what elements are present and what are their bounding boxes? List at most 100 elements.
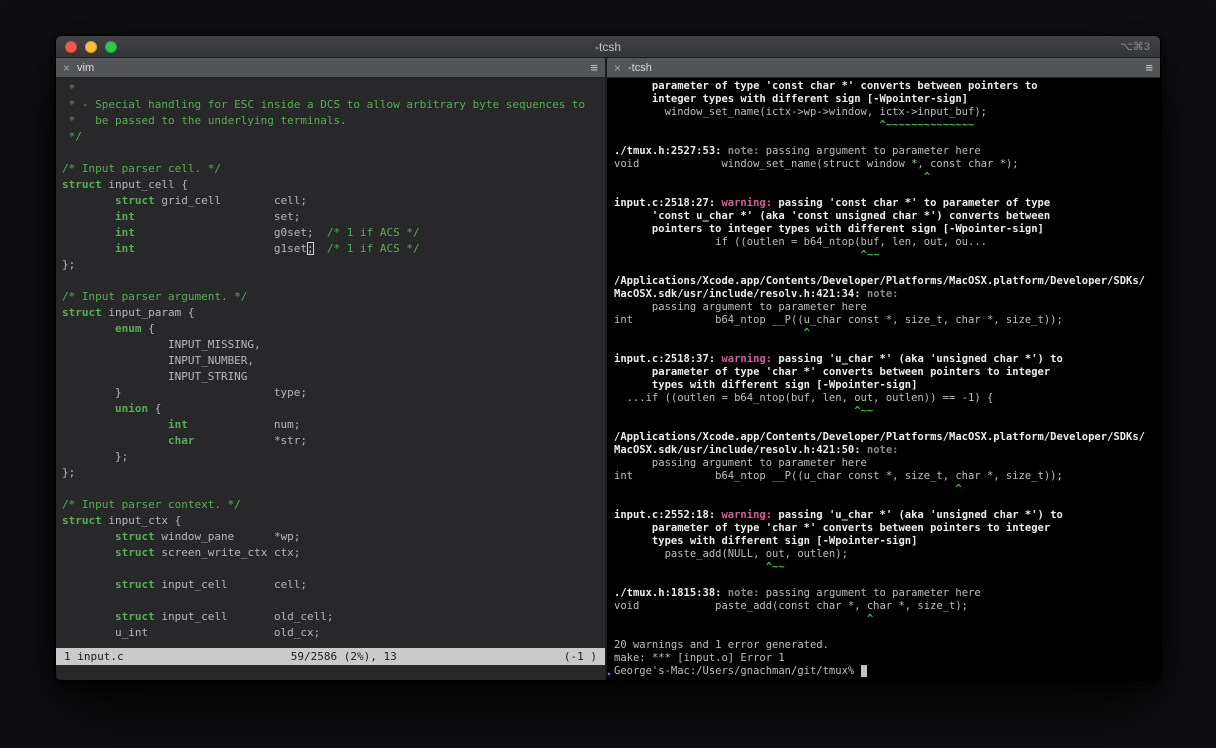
terminal-line: /Applications/Xcode.app/Contents/Develop… (614, 275, 1146, 287)
code-line: */ (62, 130, 82, 143)
terminal-line: ^ (803, 327, 810, 339)
zoom-window-button[interactable] (105, 41, 117, 53)
code-line: int g1set; /* 1 if ACS */ (114, 242, 420, 255)
terminal-line: MacOSX.sdk/usr/include/resolv.h:421:50: … (614, 444, 899, 456)
terminal-line: parameter of type 'char *' converts betw… (614, 522, 1051, 534)
code-line: struct input_param { (62, 306, 195, 319)
window-shortcut-hint: ⌥⌘3 (1120, 41, 1150, 53)
terminal-line: 20 warnings and 1 error generated. (614, 639, 829, 651)
terminal-line: ^ (923, 171, 931, 183)
terminal-line: ^~~ (860, 249, 880, 261)
terminal-line: types with different sign [-Wpointer-sig… (614, 379, 918, 391)
code-line: struct input_ctx { (62, 514, 182, 527)
traffic-lights (65, 41, 117, 53)
statusline-right-value: (-1 ) (563, 650, 597, 663)
shell-pane-titlebar[interactable]: × -tcsh ≡ (607, 58, 1160, 78)
terminal-line: ^~~~~~~~~~~~~~~ (879, 119, 975, 131)
code-line: }; (62, 450, 129, 463)
terminal-line: ./tmux.h:1815:38: note: passing argument… (614, 587, 981, 599)
window-title: -tcsh (594, 39, 621, 54)
code-line: * - Special handling for ESC inside a DC… (62, 98, 586, 111)
terminal-line: ^~~ (854, 405, 874, 417)
terminal-line: void paste_add(const char *, char *, siz… (614, 600, 969, 612)
hamburger-menu-icon[interactable]: ≡ (590, 61, 598, 74)
terminal-line: /Applications/Xcode.app/Contents/Develop… (614, 431, 1146, 443)
vim-editor-content[interactable]: * * - Special handling for ESC inside a … (56, 78, 605, 648)
titlebar[interactable]: -tcsh ⌥⌘3 (56, 36, 1160, 58)
hamburger-menu-icon[interactable]: ≡ (1145, 61, 1153, 74)
code-line: struct input_cell cell; (114, 578, 308, 591)
terminal-line: ▸ George's-Mac:/Users/gnachman/git/tmux% (607, 665, 1160, 678)
terminal-line: passing argument to parameter here (614, 457, 867, 469)
terminal-line: if ((outlen = b64_ntop(buf, len, out, ou… (614, 236, 987, 248)
terminal-line: 'const u_char *' (aka 'const unsigned ch… (614, 210, 1051, 222)
shell-pane-title: -tcsh (628, 61, 652, 74)
code-line: /* Input parser cell. */ (62, 162, 221, 175)
terminal-line: ^~~ (765, 561, 785, 573)
code-line: int g0set; /* 1 if ACS */ (114, 226, 420, 239)
terminal-line: passing argument to parameter here (614, 301, 867, 313)
terminal-line: int b64_ntop __P((u_char const *, size_t… (614, 470, 1063, 482)
minimize-window-button[interactable] (85, 41, 97, 53)
terminal-line: input.c:2518:37: warning: passing 'u_cha… (614, 353, 1063, 365)
code-line: }; (62, 258, 76, 271)
code-line: struct input_cell old_cell; (114, 610, 334, 623)
code-line: union { (114, 402, 162, 415)
terminal-line: ^ (866, 613, 874, 625)
code-line: * (62, 82, 76, 95)
terminal-line: ...if ((outlen = b64_ntop(buf, len, out,… (614, 392, 994, 404)
terminal-line: parameter of type 'const char *' convert… (614, 80, 1038, 92)
terminal-line: types with different sign [-Wpointer-sig… (614, 535, 918, 547)
code-line: /* Input parser context. */ (62, 498, 241, 511)
code-line: struct window_pane *wp; (114, 530, 301, 543)
vim-pane-title: vim (77, 61, 95, 74)
code-line: } type; (62, 386, 308, 399)
terminal-line: MacOSX.sdk/usr/include/resolv.h:421:34: … (614, 288, 899, 300)
close-pane-icon[interactable]: × (63, 62, 70, 74)
close-window-button[interactable] (65, 41, 77, 53)
statusline-buffer-name: 1 input.c (64, 650, 124, 663)
terminal-line: ./tmux.h:2527:53: note: passing argument… (614, 145, 981, 157)
terminal-line: integer types with different sign [-Wpoi… (614, 93, 969, 105)
code-line: INPUT_MISSING, (62, 338, 261, 351)
vim-statusline: 1 input.c 59/2586 (2%), 13 (-1 ) (56, 648, 605, 665)
terminal-content[interactable]: parameter of type 'const char *' convert… (607, 78, 1160, 680)
code-line: int set; (114, 210, 301, 223)
code-line: INPUT_STRING (62, 370, 248, 383)
terminal-line: int b64_ntop __P((u_char const *, size_t… (614, 314, 1063, 326)
terminal-line: input.c:2552:18: warning: passing 'u_cha… (614, 509, 1063, 521)
terminal-line: pointers to integer types with different… (614, 223, 1044, 235)
terminal-line: paste_add(NULL, out, outlen); (614, 548, 848, 560)
code-line: }; (62, 466, 76, 479)
shell-pane: × -tcsh ≡ parameter of type 'const char … (607, 58, 1160, 680)
terminal-line: ^ (955, 483, 962, 495)
vim-pane-titlebar[interactable]: × vim ≡ (56, 58, 605, 78)
close-pane-icon[interactable]: × (614, 62, 621, 74)
code-line: struct input_cell { (62, 178, 188, 191)
code-line: * be passed to the underlying terminals. (62, 114, 347, 127)
vim-pane: × vim ≡ * * - Special handling for ESC i… (56, 58, 605, 680)
statusline-cursor-position: 59/2586 (2%), 13 (290, 650, 397, 663)
code-line: int num; (167, 418, 301, 431)
terminal-window: -tcsh ⌥⌘3 × vim ≡ * * - Special handling… (55, 35, 1161, 681)
terminal-line: input.c:2518:27: warning: passing 'const… (614, 197, 1051, 209)
code-line: u_int old_cx; (62, 626, 321, 639)
split-panes: × vim ≡ * * - Special handling for ESC i… (56, 58, 1160, 680)
terminal-line: parameter of type 'char *' converts betw… (614, 366, 1051, 378)
code-line: char *str; (167, 434, 308, 447)
code-line: struct grid_cell cell; (114, 194, 308, 207)
code-line: /* Input parser argument. */ (62, 290, 248, 303)
